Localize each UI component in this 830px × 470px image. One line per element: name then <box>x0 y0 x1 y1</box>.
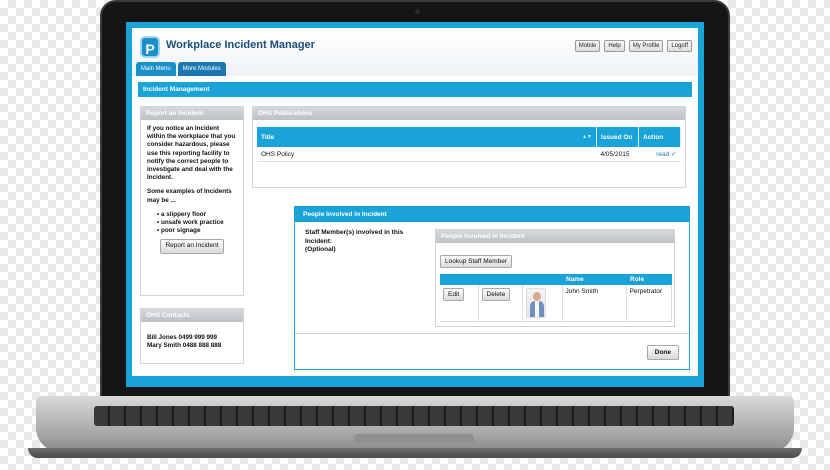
list-item: a slippery floor <box>157 211 237 219</box>
publication-title: OHS Policy <box>257 147 597 162</box>
section-title: Incident Management <box>138 82 692 97</box>
people-involved-modal: People Involved in Incident Staff Member… <box>294 206 690 370</box>
edit-cell: Edit <box>440 285 479 322</box>
column-header-label: Role <box>630 276 645 283</box>
column-header-role[interactable]: Role <box>626 274 672 285</box>
avatar <box>525 288 546 318</box>
column-header-label: Title <box>261 133 275 141</box>
contact-line: Mary Smith 0488 888 888 <box>147 342 222 350</box>
report-incident-button[interactable]: Report an Incident <box>160 239 224 254</box>
app-title: Workplace Incident Manager <box>166 39 315 51</box>
report-intro-text: If you notice an Incident within the wor… <box>147 125 236 182</box>
publication-date: 4/05/2015 <box>596 147 639 162</box>
laptop-edge <box>28 448 802 458</box>
laptop-screen: P Workplace Incident Manager Mobile Help… <box>126 22 704 387</box>
report-incident-panel: Report an Incident If you notice an Inci… <box>140 106 244 296</box>
column-header-label: Issued On <box>601 133 633 141</box>
table-row: Edit Delete John Smith Perpetrator <box>440 285 672 322</box>
optional-label: (Optional) <box>305 246 336 253</box>
staff-label-text: Staff Member(s) involved in this Inciden… <box>305 229 404 245</box>
logo-icon: P <box>140 36 160 58</box>
tab-bar: Main Menu More Modules <box>136 62 226 76</box>
mobile-link[interactable]: Mobile <box>574 40 601 52</box>
publication-action: read ✓ <box>638 147 681 162</box>
staff-role: Perpetrator <box>626 285 672 322</box>
edit-button[interactable]: Edit <box>443 288 465 301</box>
examples-heading: Some examples of Incidents may be ... <box>147 188 232 204</box>
inner-panel-title: People Involved in Incident <box>436 230 674 243</box>
ohs-publications-panel: OHS Publications Title ▲▼ Issued On Acti… <box>252 106 686 188</box>
modal-divider <box>295 333 689 334</box>
contact-line: Bill Jones 0499 999 999 <box>147 334 218 341</box>
sort-arrows-icon[interactable]: ▲▼ <box>582 134 592 140</box>
table-row: OHS Policy 4/05/2015 read ✓ <box>257 147 681 162</box>
read-link[interactable]: read <box>656 151 669 158</box>
trackpad <box>354 434 474 442</box>
examples-list: a slippery floor unsafe work practice po… <box>147 211 237 236</box>
modal-title: People Involved in Incident <box>295 207 689 222</box>
column-header-title[interactable]: Title ▲▼ <box>257 127 598 147</box>
main-content: Incident Management Report an Incident I… <box>132 76 698 376</box>
list-item: poor signage <box>157 227 237 235</box>
lookup-staff-member-button[interactable]: Lookup Staff Member <box>440 255 513 268</box>
done-button[interactable]: Done <box>646 345 679 360</box>
people-involved-panel: People Involved in Incident Lookup Staff… <box>435 229 675 327</box>
contacts-panel-title: OHS Contacts <box>141 309 243 322</box>
column-header-issued-on[interactable]: Issued On <box>596 127 639 147</box>
my-profile-link[interactable]: My Profile <box>628 40 664 52</box>
check-icon: ✓ <box>671 151 677 158</box>
contacts-body: Bill Jones 0499 999 999 Mary Smith 0488 … <box>141 322 243 355</box>
column-header-action: Action <box>638 127 681 147</box>
tab-main-menu[interactable]: Main Menu <box>136 62 176 76</box>
column-header-delete <box>478 274 522 285</box>
column-header-name[interactable]: Name <box>562 274 626 285</box>
laptop-lid: P Workplace Incident Manager Mobile Help… <box>100 0 730 398</box>
publications-table: Title ▲▼ Issued On Action OHS Policy 4/0… <box>257 127 681 162</box>
app-header: P Workplace Incident Manager Mobile Help… <box>132 28 698 76</box>
top-links: Mobile Help My Profile Logoff <box>574 40 692 52</box>
list-item: unsafe work practice <box>157 219 237 227</box>
help-link[interactable]: Help <box>604 40 625 52</box>
tab-more-modules[interactable]: More Modules <box>177 62 226 76</box>
publications-panel-title: OHS Publications <box>253 107 685 120</box>
staff-table: Name Role Edit Delete John Smith Perpetr… <box>440 274 672 322</box>
staff-name: John Smith <box>562 285 627 322</box>
laptop-base <box>36 396 794 452</box>
keyboard <box>94 406 734 426</box>
delete-button[interactable]: Delete <box>481 288 511 301</box>
report-panel-body: If you notice an Incident within the wor… <box>141 120 243 259</box>
logoff-link[interactable]: Logoff <box>667 40 692 52</box>
staff-member-label: Staff Member(s) involved in this Inciden… <box>305 229 425 255</box>
photo-cell <box>522 285 563 322</box>
report-panel-title: Report an Incident <box>141 107 243 120</box>
column-header-label: Name <box>566 276 584 283</box>
camera-dot <box>415 9 420 14</box>
column-header-photo <box>522 274 562 285</box>
delete-cell: Delete <box>478 285 523 322</box>
column-header-label: Action <box>643 133 664 141</box>
ohs-contacts-panel: OHS Contacts Bill Jones 0499 999 999 Mar… <box>140 308 244 364</box>
column-header-edit <box>440 274 478 285</box>
